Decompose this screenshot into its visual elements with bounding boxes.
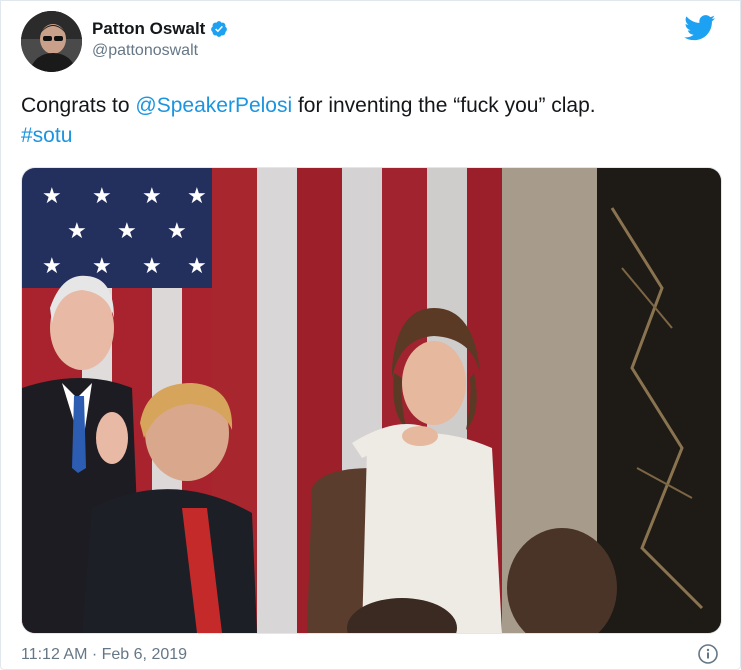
info-icon[interactable]: [698, 644, 718, 664]
tweet-photo[interactable]: ★ ★ ★ ★ ★ ★ ★ ★ ★ ★ ★: [21, 167, 722, 634]
avatar[interactable]: [21, 11, 82, 72]
tweet-text: Congrats to @SpeakerPelosi for inventing…: [21, 91, 726, 151]
svg-text:★: ★: [117, 218, 137, 243]
display-name[interactable]: Patton Oswalt: [92, 19, 205, 39]
svg-text:★: ★: [142, 253, 162, 278]
svg-text:★: ★: [67, 218, 87, 243]
svg-text:★: ★: [42, 253, 62, 278]
verified-badge-icon: [210, 20, 228, 38]
svg-text:★: ★: [187, 253, 207, 278]
hashtag-link[interactable]: #sotu: [21, 124, 72, 147]
handle[interactable]: @pattonoswalt: [92, 42, 228, 60]
svg-text:★: ★: [167, 218, 187, 243]
author-block: Patton Oswalt @pattonoswalt: [92, 19, 228, 60]
twitter-bird-icon[interactable]: [684, 15, 716, 41]
svg-text:★: ★: [142, 183, 162, 208]
svg-text:★: ★: [92, 253, 112, 278]
svg-text:★: ★: [187, 183, 207, 208]
svg-text:★: ★: [42, 183, 62, 208]
mention-link[interactable]: @SpeakerPelosi: [135, 94, 292, 117]
svg-text:★: ★: [92, 183, 112, 208]
tweet-text-start: Congrats to: [21, 94, 136, 117]
tweet-text-end: for inventing the “fuck you” clap.: [292, 94, 596, 117]
tweet-card: Patton Oswalt @pattonoswalt Congrats to …: [0, 0, 741, 670]
tweet-timestamp[interactable]: 11:12 AM · Feb 6, 2019: [21, 646, 187, 664]
